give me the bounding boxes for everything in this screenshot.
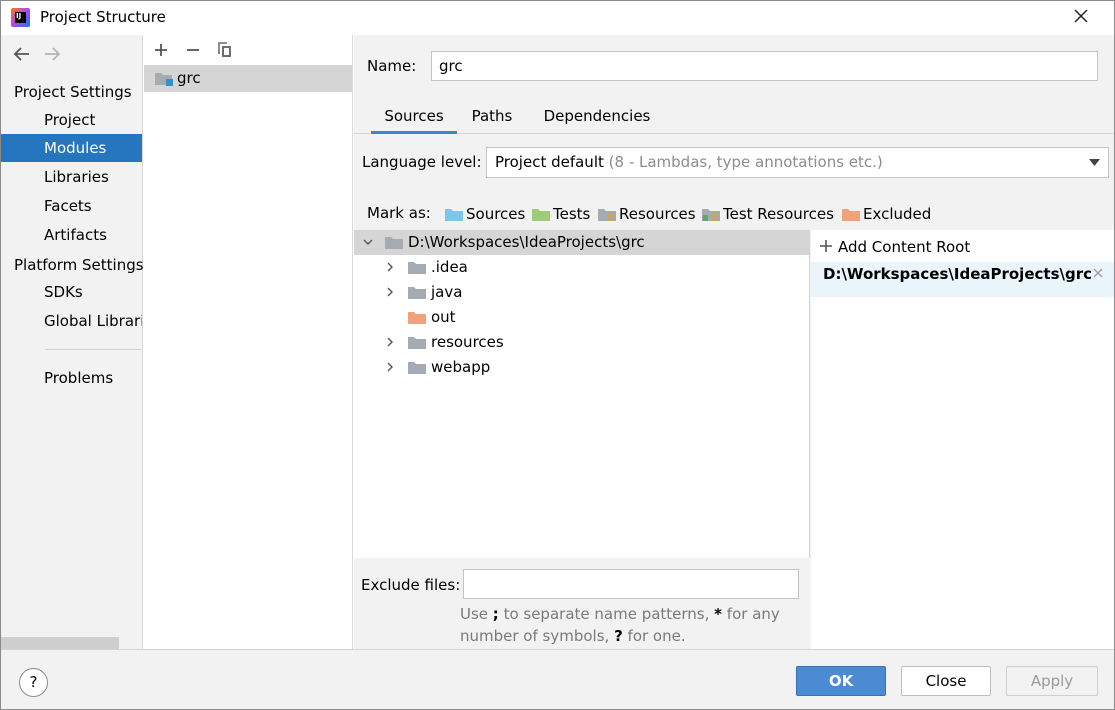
language-level-label: Language level: — [362, 153, 482, 171]
tab-paths[interactable]: Paths — [462, 101, 522, 134]
test-resources-folder-icon — [702, 209, 720, 221]
language-level-detail: (8 - Lambdas, type annotations etc.) — [608, 153, 883, 171]
module-label: grc — [177, 69, 201, 87]
mark-as-excluded-button[interactable]: Excluded — [842, 204, 931, 224]
sidebar-item-libraries[interactable]: Libraries — [1, 163, 142, 191]
sidebar-item-artifacts[interactable]: Artifacts — [1, 221, 142, 249]
mark-as-label: Mark as: — [367, 204, 431, 222]
module-toolbar — [143, 35, 352, 65]
dialog-footer: ? OK Close Apply — [1, 649, 1114, 709]
sources-folder-icon — [445, 209, 463, 221]
resources-folder-icon — [598, 209, 616, 221]
intellij-app-icon: IJ — [11, 8, 30, 27]
add-module-icon[interactable] — [151, 40, 171, 60]
name-label: Name: — [367, 57, 417, 75]
folder-icon — [408, 362, 426, 374]
tree-item-label: out — [431, 308, 456, 326]
content-roots-pane: Add Content Root D:\Workspaces\IdeaProje… — [811, 230, 1114, 649]
chevron-down-icon — [1089, 159, 1100, 166]
sidebar-item-modules[interactable]: Modules — [1, 134, 142, 162]
apply-button[interactable]: Apply — [1006, 666, 1098, 696]
folder-icon — [408, 337, 426, 349]
add-content-root-button[interactable]: Add Content Root — [820, 238, 970, 256]
excluded-folder-icon — [842, 209, 860, 221]
module-tabs: Sources Paths Dependencies — [354, 101, 1114, 134]
close-icon[interactable] — [1070, 5, 1092, 27]
language-level-value: Project default — [495, 153, 604, 171]
exclude-files-hint: Use ; to separate name patterns, * for a… — [460, 605, 780, 645]
tree-item-label: .idea — [431, 258, 468, 276]
sidebar-horizontal-scrollbar[interactable] — [1, 637, 119, 649]
sidebar-item-sdks[interactable]: SDKs — [1, 278, 142, 306]
chevron-right-icon[interactable] — [385, 362, 395, 372]
sidebar-item-facets[interactable]: Facets — [1, 192, 142, 220]
content-root-path: D:\Workspaces\IdeaProjects\grc — [823, 265, 1092, 283]
tree-row-root[interactable]: D:\Workspaces\IdeaProjects\grc — [354, 230, 810, 255]
module-list-pane: grc — [143, 35, 353, 649]
close-button[interactable]: Close — [901, 666, 991, 696]
module-name-input[interactable]: grc — [431, 51, 1098, 81]
sidebar-item-global-libraries[interactable]: Global Librari — [1, 307, 142, 335]
forward-arrow-icon[interactable] — [41, 44, 63, 64]
remove-module-icon[interactable] — [183, 40, 203, 60]
platform-settings-header: Platform Settings — [14, 256, 144, 274]
folder-icon — [385, 237, 403, 249]
excluded-folder-icon — [408, 312, 426, 324]
tree-root-label: D:\Workspaces\IdeaProjects\grc — [408, 233, 645, 251]
sidebar-item-problems[interactable]: Problems — [1, 364, 142, 392]
sidebar-divider — [45, 349, 141, 350]
module-details-pane: Name: grc Sources Paths Dependencies Lan… — [354, 35, 1114, 649]
content-root-tree: D:\Workspaces\IdeaProjects\grc .idea jav… — [354, 230, 810, 558]
project-structure-dialog: IJ Project Structure Project Settings Pr… — [0, 0, 1115, 710]
mark-as-tests-button[interactable]: Tests — [532, 204, 590, 224]
tree-item-label: java — [431, 283, 463, 301]
mark-as-sources-button[interactable]: Sources — [445, 204, 525, 224]
remove-content-root-icon[interactable] — [1092, 267, 1104, 279]
chevron-right-icon[interactable] — [385, 287, 395, 297]
tree-item-label: webapp — [431, 358, 491, 376]
tree-row[interactable]: out — [354, 305, 810, 330]
title-bar: IJ Project Structure — [1, 1, 1114, 34]
copy-module-icon[interactable] — [215, 40, 235, 60]
sidebar-item-project[interactable]: Project — [1, 106, 142, 134]
mark-as-test-resources-button[interactable]: Test Resources — [702, 204, 834, 224]
exclude-files-input[interactable] — [463, 569, 799, 599]
back-arrow-icon[interactable] — [11, 44, 33, 64]
content-root-entry[interactable]: D:\Workspaces\IdeaProjects\grc — [811, 262, 1114, 297]
plus-icon — [820, 240, 832, 252]
tests-folder-icon — [532, 209, 550, 221]
tab-dependencies[interactable]: Dependencies — [534, 101, 660, 134]
window-title: Project Structure — [40, 8, 166, 26]
mark-as-resources-button[interactable]: Resources — [598, 204, 696, 224]
help-button[interactable]: ? — [19, 668, 48, 697]
module-folder-icon — [155, 73, 173, 86]
tree-row[interactable]: resources — [354, 330, 810, 355]
tree-row[interactable]: java — [354, 280, 810, 305]
tree-row[interactable]: webapp — [354, 355, 810, 380]
ok-button[interactable]: OK — [796, 666, 886, 696]
tab-sources[interactable]: Sources — [371, 101, 457, 134]
folder-icon — [408, 287, 426, 299]
exclude-files-label: Exclude files: — [361, 576, 461, 594]
project-settings-header: Project Settings — [14, 83, 132, 101]
module-row-grc[interactable]: grc — [144, 65, 352, 92]
chevron-right-icon[interactable] — [385, 337, 395, 347]
language-level-dropdown[interactable]: Project default (8 - Lambdas, type annot… — [486, 147, 1109, 178]
settings-sidebar: Project Settings Project Modules Librari… — [1, 35, 144, 649]
chevron-down-icon[interactable] — [363, 237, 373, 247]
tree-row[interactable]: .idea — [354, 255, 810, 280]
folder-icon — [408, 262, 426, 274]
mark-as-bar: Mark as: Sources Tests Resources Test Re… — [367, 204, 1107, 224]
tree-item-label: resources — [431, 333, 504, 351]
chevron-right-icon[interactable] — [385, 262, 395, 272]
